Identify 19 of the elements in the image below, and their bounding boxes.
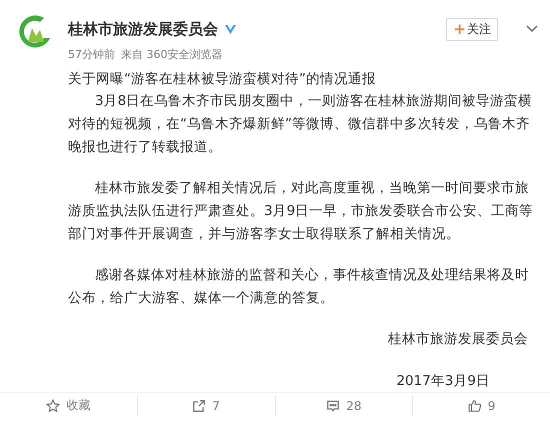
star-icon [46,398,60,412]
comment-icon [326,398,340,412]
repost-button[interactable]: 7 [136,396,274,416]
post-paragraph: 感谢各媒体对桂林旅游的监督和关心，事件核查情况及处理结果将及时公布，给广大游客、媒体一个满意的答复。 [68,266,530,308]
chevron-down-icon[interactable] [526,25,538,33]
post-paragraph: 3月8日在乌鲁木齐市民朋友圈中，一则游客在桂林旅游期间被导游蛮横对待的短视频，在“乌鲁木齐爆新鲜”等微博、微信群中多次转发，乌鲁木齐晚报也进行了转载报道。 [68,92,534,157]
post-source: 来自 360安全浏览器 [121,47,222,62]
follow-button[interactable]: +关注 [446,18,498,40]
post-date: 2017年3月9日 [395,372,491,391]
favorite-button[interactable]: 收藏 [0,396,137,416]
account-name[interactable]: 桂林市旅游发展委员会 [68,20,218,38]
post-time[interactable]: 57分钟前 [68,47,115,62]
share-icon [192,398,206,412]
post-paragraph: 桂林市旅发委了解相关情况后，对此高度重视，当晚第一时间要求市旅游质监执法队伍进行严肃查处。3月9日一早，市旅发委联合市公安、工商等部门对事件开展调查，并与游客李女士取得联系了解相关情况。 [68,179,534,244]
post-title: 关于网曝“游客在桂林被导游蛮横对待”的情况通报 [68,70,377,89]
comment-button[interactable]: 28 [274,396,412,416]
thumbs-up-icon [468,398,482,412]
like-button[interactable]: 9 [412,396,550,416]
post-signature: 桂林市旅游发展委员会 [387,330,529,349]
